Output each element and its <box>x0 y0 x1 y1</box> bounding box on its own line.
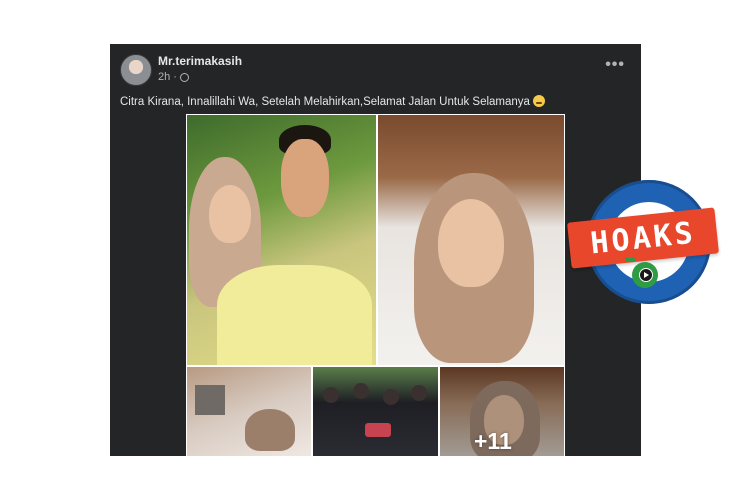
photo-couple[interactable] <box>187 115 376 365</box>
post-caption: Citra Kirana, Innalillahi Wa, Setelah Me… <box>120 95 545 108</box>
photo-crowd[interactable] <box>313 367 438 456</box>
logo-tag-icon <box>625 258 635 262</box>
post-time[interactable]: 2h <box>158 71 170 83</box>
photo-gallery <box>186 114 565 456</box>
caption-text: Citra Kirana, Innalillahi Wa, Setelah Me… <box>120 96 530 108</box>
photo-woman-in-bed[interactable] <box>378 115 564 365</box>
play-icon <box>639 268 653 282</box>
crying-face-emoji-icon <box>532 95 545 107</box>
author-name[interactable]: Mr.terimakasih <box>158 54 242 68</box>
author-avatar[interactable] <box>120 54 152 86</box>
photo-hospital-bed[interactable] <box>187 367 311 456</box>
globe-icon <box>179 72 189 82</box>
more-photos-count[interactable]: +11 <box>474 428 512 455</box>
facebook-post: Mr.terimakasih 2h · ••• Citra Kirana, In… <box>110 44 641 456</box>
more-options-button[interactable]: ••• <box>605 56 625 74</box>
post-meta: 2h · <box>158 71 189 83</box>
